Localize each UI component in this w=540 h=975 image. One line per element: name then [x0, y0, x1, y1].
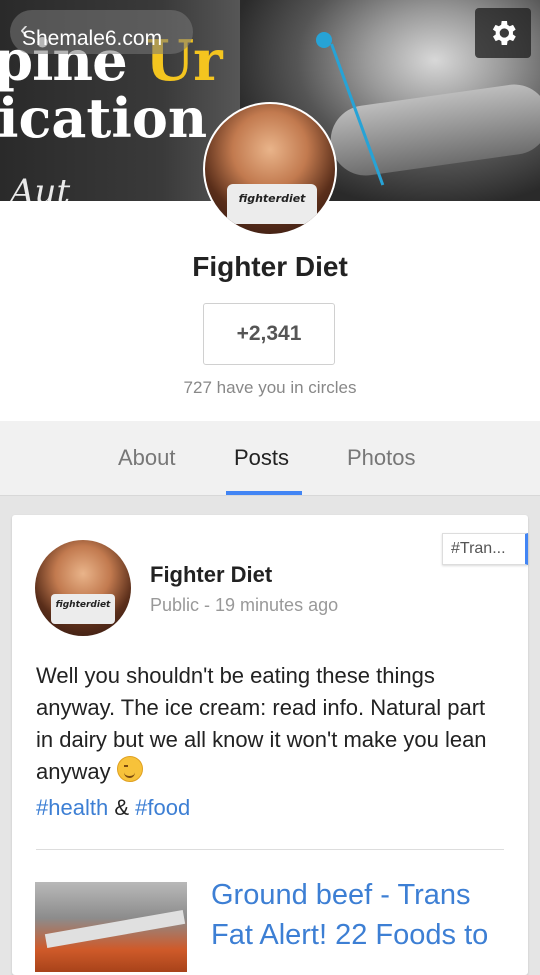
post-author-avatar[interactable]: fighterdiet [35, 540, 131, 636]
plus-one-button[interactable]: +2,341 [203, 303, 335, 365]
avatar-logo-text: fighterdiet [238, 192, 306, 205]
post-body-text: Well you shouldn't be eating these thing… [36, 663, 487, 784]
gear-icon [492, 21, 516, 45]
avatar-logo-text: fighterdiet [55, 600, 111, 610]
tab-photos[interactable]: Photos [347, 445, 416, 471]
tab-about[interactable]: About [118, 445, 176, 471]
profile-name: Fighter Diet [192, 251, 348, 282]
profile-tabs: About Posts Photos [0, 421, 540, 496]
thumbnail-tray [44, 909, 186, 949]
settings-button[interactable] [475, 8, 531, 58]
post-card[interactable]: #Tran... fighterdiet Fighter Diet Public… [12, 515, 528, 975]
divider [36, 849, 504, 850]
hashtag-food[interactable]: #food [135, 795, 190, 820]
wink-emoji-icon [116, 756, 143, 782]
post-meta: Public - 19 minutes ago [150, 595, 339, 615]
post-body: Well you shouldn't be eating these thing… [36, 660, 506, 788]
hashtag-chip[interactable]: #Tran... [442, 533, 528, 565]
hashtag-health[interactable]: #health [36, 795, 108, 820]
hashtag-separator: & [114, 795, 129, 820]
profile-avatar[interactable]: fighterdiet [203, 102, 337, 236]
post-author-name[interactable]: Fighter Diet [150, 562, 272, 588]
link-thumbnail[interactable] [35, 882, 187, 972]
cover-scribble: Aut [10, 172, 71, 201]
post-hashtags: #health & #food [36, 795, 190, 821]
watermark-text: Shemale6.com [22, 27, 163, 50]
circles-count: 727 have you in circles [183, 378, 357, 397]
active-tab-indicator [226, 491, 302, 495]
tab-posts[interactable]: Posts [234, 445, 289, 471]
link-title[interactable]: Ground beef - Trans Fat Alert! 22 Foods … [211, 875, 511, 955]
cover-text-line2: ication [0, 86, 208, 150]
